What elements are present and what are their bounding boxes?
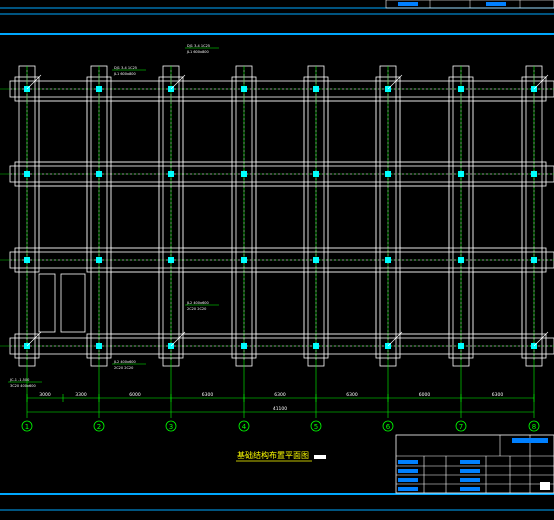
leader-text-1: JL2 400x600	[113, 360, 136, 364]
column-node	[458, 171, 464, 177]
column-node	[24, 257, 30, 263]
column-node	[313, 86, 319, 92]
slab-panel	[110, 271, 160, 335]
column-node	[458, 86, 464, 92]
slab-panel	[399, 185, 450, 249]
column-node	[241, 86, 247, 92]
dimension-label: 6300	[202, 392, 214, 398]
column-node	[531, 171, 537, 177]
axis-label: 3	[169, 423, 173, 431]
drawing-title-group: 基础结构布置平面图	[236, 450, 326, 462]
column-node	[313, 171, 319, 177]
slab-panel	[399, 100, 450, 163]
dimension-label: 3300	[75, 392, 87, 398]
column-node	[458, 343, 464, 349]
dimension-label: 6000	[129, 392, 141, 398]
column-node	[385, 257, 391, 263]
slab-panel	[255, 100, 305, 163]
axis-label: 1	[25, 423, 29, 431]
column-node	[96, 343, 102, 349]
column-node	[168, 171, 174, 177]
slab-panel	[327, 271, 377, 335]
column-node	[96, 86, 102, 92]
total-dimension-label: 41100	[273, 406, 287, 412]
leader-text-2: 2C20 2C20	[187, 307, 206, 311]
column-node	[168, 257, 174, 263]
axis-label: 8	[532, 423, 536, 431]
column-node	[96, 171, 102, 177]
slab-panel	[472, 271, 523, 335]
slab-panel	[182, 185, 233, 249]
slab-panel	[60, 273, 86, 333]
leader-text-1: JL2 400x600	[186, 301, 209, 305]
slab-panel	[38, 273, 56, 333]
column-node	[241, 343, 247, 349]
leader-text-2: JL1 600x800	[113, 72, 136, 76]
leader-text-2: 3C20 400x600	[10, 384, 36, 388]
axis-label: 4	[242, 423, 247, 431]
dimension-label: 6300	[346, 392, 358, 398]
axis-label: 6	[386, 423, 391, 431]
column-node	[241, 171, 247, 177]
leader-text-1: DJ1 3-4 1C25	[114, 66, 137, 70]
slab-panel	[255, 185, 305, 249]
annotation-leaders: DJ1 3-4 1C25 JL1 600x800 DJ1 3-4 1C25 JL1 6…	[8, 44, 219, 388]
column-node	[241, 257, 247, 263]
slab-panel	[182, 100, 233, 163]
slab-panel	[472, 100, 523, 163]
title-block	[395, 434, 554, 494]
foundation-plan	[0, 65, 554, 418]
slab-panel	[110, 185, 160, 249]
dimension-label: 6300	[492, 392, 504, 398]
leader-text-1: DJ1 3-4 1C25	[187, 44, 210, 48]
slab-panel	[327, 100, 377, 163]
axis-label: 5	[314, 423, 318, 431]
column-node	[313, 343, 319, 349]
slab-panel	[399, 271, 450, 335]
cad-drawing-canvas[interactable]: 3000 3300 6000 6300 6300 6300 6000 6300 41100 1 2 3…	[0, 0, 554, 520]
column-node	[24, 171, 30, 177]
column-node	[458, 257, 464, 263]
leader-text-1: JC-1 -1.500	[9, 378, 29, 382]
column-node	[385, 171, 391, 177]
slab-panel	[327, 185, 377, 249]
column-node	[96, 257, 102, 263]
dimension-label: 6300	[274, 392, 286, 398]
column-node	[313, 257, 319, 263]
slab-panel	[38, 185, 88, 249]
dimension-label: 6000	[419, 392, 431, 398]
dimension-label: 3000	[39, 392, 51, 398]
leader-text-2: JL1 600x800	[186, 50, 209, 54]
axis-label: 7	[459, 423, 463, 431]
drawing-title: 基础结构布置平面图	[237, 450, 309, 460]
slab-panel	[110, 100, 160, 163]
slab-panel	[38, 100, 88, 163]
dimension-lines: 3000 3300 6000 6300 6300 6300 6000 6300 41100 1 2 3…	[21, 392, 540, 432]
axis-label: 2	[97, 423, 101, 431]
top-frame	[0, 0, 554, 35]
slab-panel	[472, 185, 523, 249]
slab-panel	[255, 271, 305, 335]
leader-text-2: 2C20 2C20	[114, 366, 133, 370]
bottom-frame	[0, 493, 554, 511]
column-node	[531, 257, 537, 263]
